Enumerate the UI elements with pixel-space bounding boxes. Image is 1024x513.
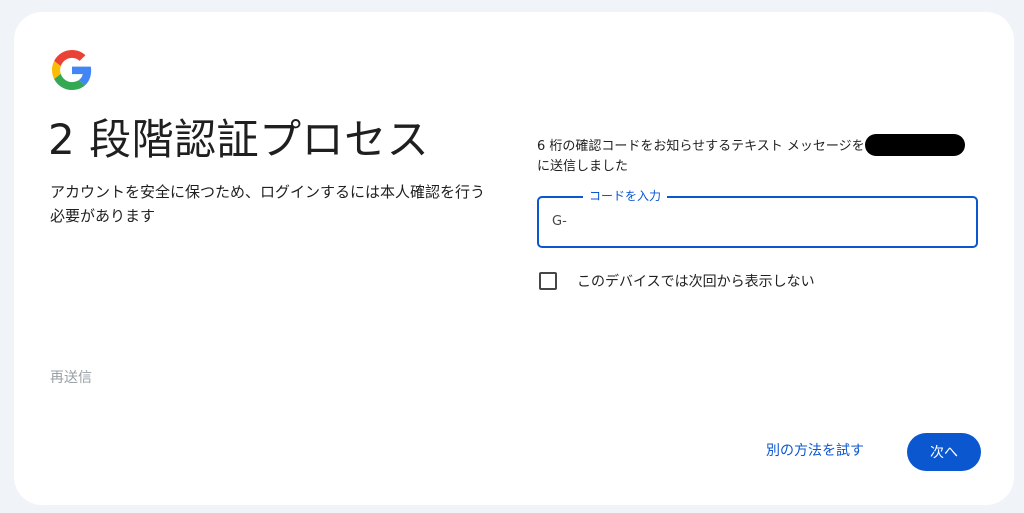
remember-device-label: このデバイスでは次回から表示しない — [577, 274, 815, 290]
redacted-phone-number — [864, 134, 965, 156]
page-subtitle: アカウントを安全に保つため、ログインするには本人確認を行う必要があります — [50, 183, 486, 225]
page-title: 2 段階認証プロセス — [48, 115, 430, 164]
sms-sent-text: 6 桁の確認コードをお知らせするテキスト メッセージを — [537, 139, 865, 154]
code-field[interactable]: コードを入力 G- — [537, 188, 978, 248]
code-field-label: コードを入力 — [583, 188, 668, 204]
next-button[interactable]: 次へ — [907, 433, 981, 471]
resend-link[interactable]: 再送信 — [50, 367, 92, 387]
sms-sent-text-suffix: に送信しました — [537, 159, 629, 174]
sms-sent-message: 6 桁の確認コードをお知らせするテキスト メッセージを に送信しました — [537, 134, 987, 177]
code-prefix: G- — [552, 214, 567, 229]
google-g-icon — [52, 50, 92, 90]
signin-card: 2 段階認証プロセス アカウントを安全に保つため、ログインするには本人確認を行う… — [14, 12, 1014, 505]
try-another-way-button[interactable]: 別の方法を試す — [766, 440, 864, 460]
code-input[interactable] — [569, 208, 963, 238]
remember-device-option[interactable]: このデバイスでは次回から表示しない — [539, 270, 815, 292]
remember-device-checkbox[interactable] — [539, 272, 557, 290]
